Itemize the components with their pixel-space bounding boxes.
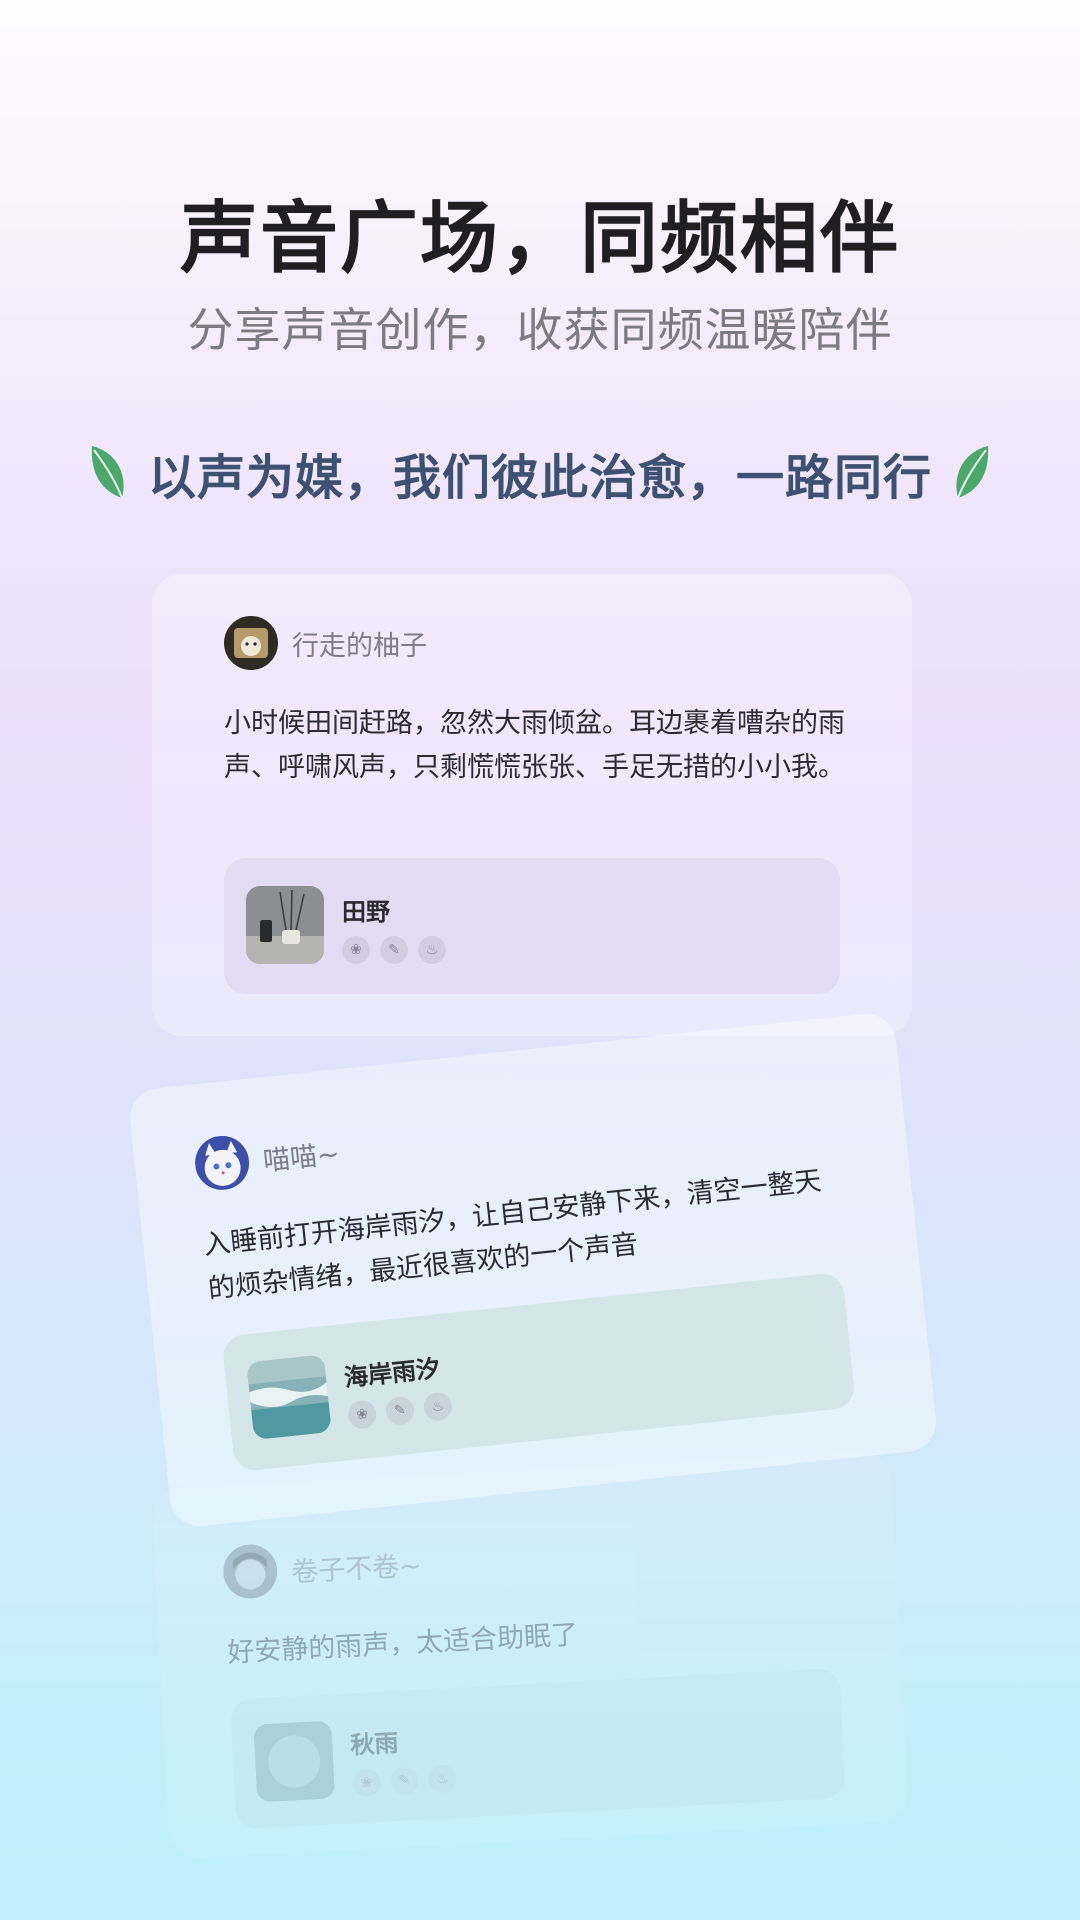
- leaf-icon: ❀: [342, 936, 370, 964]
- slogan-text: 以声为媒，我们彼此治愈，一路同行: [147, 450, 932, 506]
- page-subtitle: 分享声音创作，收获同频温暖陪伴: [187, 303, 893, 357]
- username[interactable]: 喵喵~: [261, 1131, 341, 1178]
- sound-card[interactable]: 海岸雨汐 ❀ ✎ ♨: [221, 1271, 857, 1473]
- sound-tags: ❀ ✎ ♨: [346, 1391, 454, 1431]
- avatar[interactable]: [224, 616, 278, 670]
- avatar[interactable]: [192, 1133, 252, 1193]
- feather-icon: ✎: [380, 936, 408, 964]
- leaf-icon: ❀: [346, 1399, 378, 1431]
- sound-card[interactable]: 秋雨 ❀ ✎ ♨: [229, 1667, 846, 1830]
- post-card[interactable]: 行走的柚子 小时候田间赶路，忽然大雨倾盆。耳边裹着嘈杂的雨声、呼啸风声，只剩慌慌…: [152, 574, 912, 1036]
- post-card[interactable]: 卷子不卷~ 好安静的雨声，太适合助眠了 秋雨 ❀ ✎ ♨: [150, 1450, 910, 1860]
- sound-tags: ❀ ✎ ♨: [342, 936, 446, 964]
- sound-thumbnail: [246, 1354, 332, 1441]
- sound-title: 海岸雨汐: [342, 1354, 442, 1393]
- slogan: 以声为媒，我们彼此治愈，一路同行: [0, 438, 1080, 508]
- feather-icon: ✎: [389, 1766, 420, 1796]
- sound-card[interactable]: 田野 ❀ ✎ ♨: [224, 858, 840, 994]
- post-text: 好安静的雨声，太适合助眠了: [226, 1619, 579, 1669]
- flame-icon: ♨: [418, 936, 446, 964]
- post-author[interactable]: 喵喵~: [192, 1124, 341, 1193]
- page-title: 声音广场，同频相伴: [179, 194, 900, 284]
- feather-icon: ✎: [384, 1395, 416, 1427]
- leaf-icon: ❀: [351, 1768, 382, 1798]
- post-author[interactable]: 行走的柚子: [224, 616, 427, 670]
- sound-thumbnail: [253, 1720, 336, 1803]
- sound-title: 田野: [342, 898, 390, 926]
- post-author[interactable]: 卷子不卷~: [221, 1536, 423, 1600]
- flame-icon: ♨: [427, 1764, 458, 1794]
- post-card[interactable]: 喵喵~ 入睡前打开海岸雨汐，让自己安静下来，清空一整天的烦杂情绪，最近很喜欢的一…: [127, 1010, 939, 1530]
- sound-title: 秋雨: [349, 1729, 400, 1760]
- sound-tags: ❀ ✎ ♨: [351, 1764, 458, 1798]
- username[interactable]: 行走的柚子: [292, 624, 427, 663]
- avatar[interactable]: [221, 1543, 279, 1600]
- username[interactable]: 卷子不卷~: [290, 1543, 423, 1589]
- flame-icon: ♨: [422, 1391, 454, 1423]
- leaf-icon: [956, 446, 989, 499]
- post-text: 小时候田间赶路，忽然大雨倾盆。耳边裹着嘈杂的雨声、呼啸风声，只剩慌慌张张、手足无…: [224, 708, 845, 783]
- leaf-icon: [91, 446, 124, 499]
- sound-thumbnail: [246, 886, 324, 964]
